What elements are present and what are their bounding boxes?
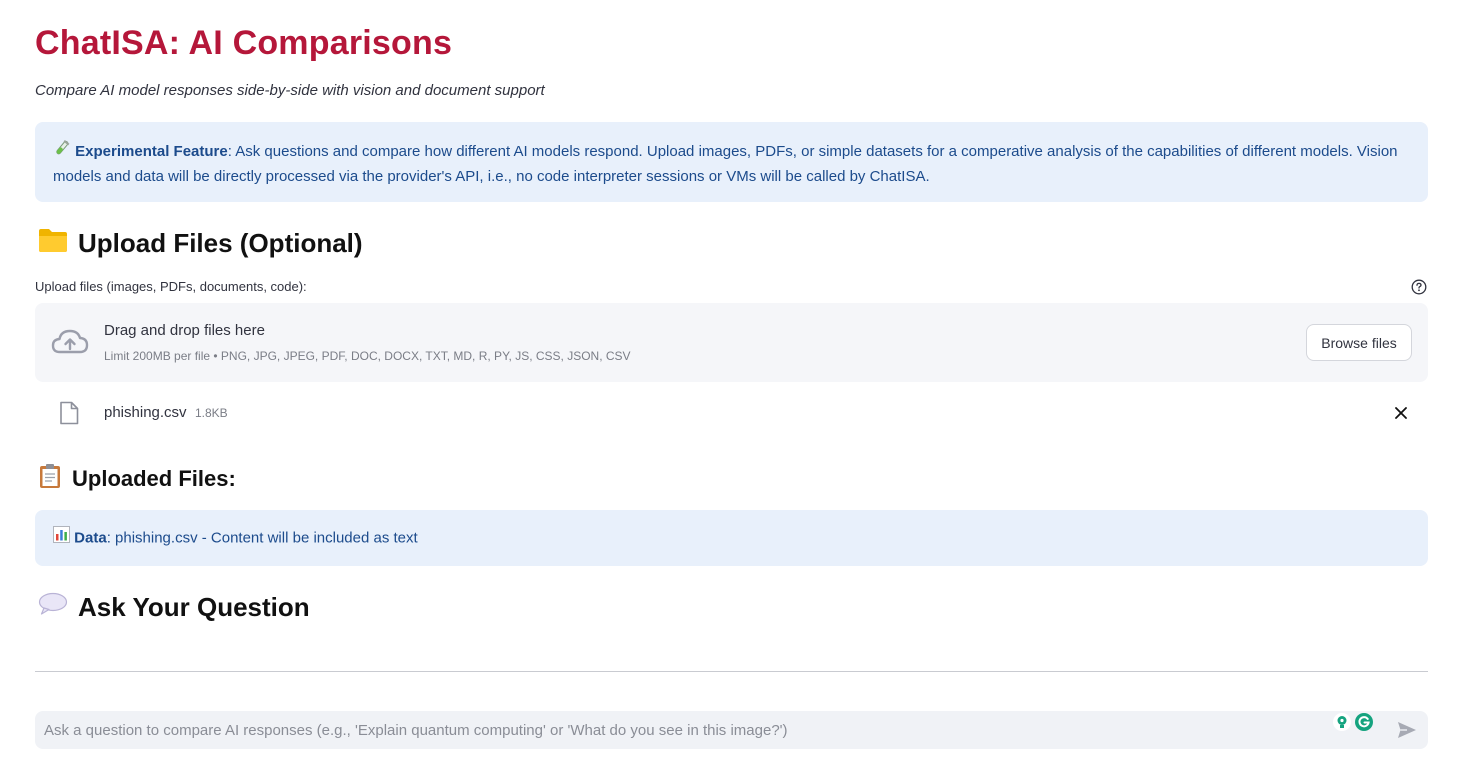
- page-title: ChatISA: AI Comparisons: [35, 24, 453, 62]
- file-icon: [59, 401, 79, 430]
- app-page: ChatISA: AI Comparisons Compare AI model…: [0, 0, 1473, 784]
- folder-icon: [38, 227, 68, 260]
- uploaded-file-info: Data: phishing.csv - Content will be inc…: [35, 510, 1428, 566]
- remove-file-icon[interactable]: [1394, 406, 1408, 425]
- file-name: phishing.csv: [104, 404, 187, 421]
- experimental-feature-text: : Ask questions and compare how differen…: [53, 142, 1398, 185]
- speech-bubble-icon: [38, 592, 68, 623]
- bar-chart-icon: [53, 526, 70, 551]
- dropzone-title: Drag and drop files here: [104, 322, 265, 339]
- uploader-label: Upload files (images, PDFs, documents, c…: [35, 279, 307, 294]
- file-dropzone[interactable]: Drag and drop files here Limit 200MB per…: [35, 303, 1428, 382]
- experimental-info-banner: Experimental Feature: Ask questions and …: [35, 122, 1428, 202]
- cloud-upload-icon: [51, 327, 89, 362]
- chat-input[interactable]: [35, 711, 1315, 749]
- data-text: : phishing.csv - Content will be include…: [106, 529, 418, 547]
- chat-input-container: [35, 711, 1428, 749]
- upload-files-title: Upload Files (Optional): [78, 227, 363, 258]
- send-icon[interactable]: [1397, 721, 1417, 744]
- uploaded-file-row: phishing.csv 1.8KB: [35, 393, 1428, 433]
- data-label: Data: [74, 529, 107, 547]
- clipboard-icon: [38, 463, 62, 495]
- uploaded-files-title: Uploaded Files:: [72, 466, 236, 491]
- experimental-feature-label: Experimental Feature: [75, 142, 228, 160]
- grammarly-icon[interactable]: [1354, 712, 1374, 737]
- divider: [35, 671, 1428, 672]
- test-tube-icon: [53, 139, 71, 165]
- file-size: 1.8KB: [195, 406, 228, 420]
- uploaded-files-heading: Uploaded Files:: [38, 461, 236, 497]
- upload-files-heading: Upload Files (Optional): [38, 223, 363, 263]
- page-subtitle: Compare AI model responses side-by-side …: [35, 82, 545, 99]
- bulb-extension-icon[interactable]: [1332, 712, 1352, 737]
- ask-question-heading: Ask Your Question: [38, 587, 310, 627]
- extension-icons: [1332, 712, 1374, 737]
- help-icon[interactable]: [1411, 279, 1427, 295]
- browse-files-button[interactable]: Browse files: [1306, 324, 1412, 361]
- ask-question-title: Ask Your Question: [78, 591, 310, 622]
- dropzone-limit: Limit 200MB per file • PNG, JPG, JPEG, P…: [104, 349, 631, 363]
